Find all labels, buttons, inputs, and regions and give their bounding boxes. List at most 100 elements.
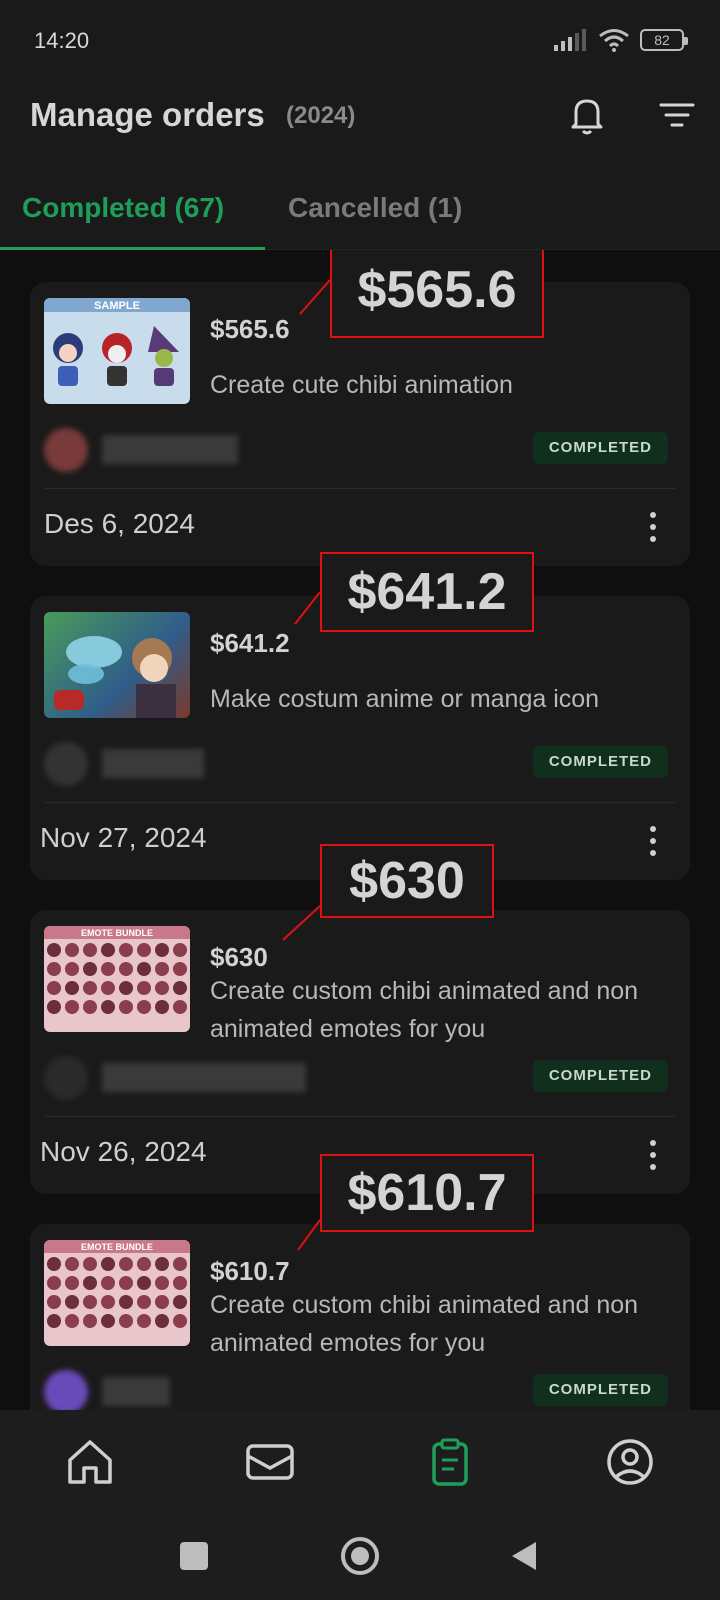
emote-thumbnail-face xyxy=(173,1257,187,1271)
emote-thumbnail-face xyxy=(137,1276,151,1290)
emote-thumbnail-face xyxy=(119,1295,133,1309)
order-thumbnail: EMOTE BUNDLE xyxy=(44,926,190,1032)
emote-thumbnail-face xyxy=(83,1314,97,1328)
more-options-icon[interactable] xyxy=(638,510,668,544)
emote-thumbnail-face xyxy=(47,1257,61,1271)
emote-thumbnail-face xyxy=(65,962,79,976)
emote-thumbnail-face xyxy=(173,1000,187,1014)
more-options-icon[interactable] xyxy=(638,824,668,858)
emote-thumbnail-face xyxy=(47,943,61,957)
price-callout: $565.6 xyxy=(330,250,544,338)
emote-thumbnail-face xyxy=(173,981,187,995)
filter-icon[interactable] xyxy=(652,90,702,140)
emote-thumbnail-face xyxy=(137,962,151,976)
tab-cancelled[interactable]: Cancelled (1) xyxy=(288,192,462,224)
app-header: Manage orders (2024) Completed (67) Canc… xyxy=(0,80,720,251)
emote-thumbnail-face xyxy=(83,1276,97,1290)
emote-thumbnail-face xyxy=(65,1257,79,1271)
seller-name-blurred: ████████ xyxy=(102,436,239,463)
order-thumbnail: SAMPLE xyxy=(44,298,190,404)
tab-completed[interactable]: Completed (67) xyxy=(22,192,224,224)
order-thumbnail xyxy=(44,612,190,718)
price-callout: $610.7 xyxy=(320,1154,534,1232)
bottom-nav xyxy=(0,1410,720,1514)
seller-name-blurred: ██████ xyxy=(102,750,205,777)
emote-thumbnail-face xyxy=(119,1276,133,1290)
emote-thumbnail-face xyxy=(101,1314,115,1328)
emote-thumbnail-face xyxy=(65,943,79,957)
emote-thumbnail-face xyxy=(137,943,151,957)
emote-thumbnail-face xyxy=(119,962,133,976)
recents-button[interactable] xyxy=(172,1534,216,1578)
mail-icon[interactable] xyxy=(240,1432,300,1492)
emote-thumbnail-face xyxy=(101,981,115,995)
year-label: (2024) xyxy=(286,102,356,129)
emote-thumbnail-face xyxy=(155,1276,169,1290)
emote-thumbnail-face xyxy=(119,981,133,995)
status-icons: 82 xyxy=(554,28,688,52)
emote-thumbnail-face xyxy=(47,1276,61,1290)
order-date: Nov 27, 2024 xyxy=(40,822,207,853)
emote-thumbnail-face xyxy=(47,981,61,995)
wifi-icon xyxy=(599,29,629,52)
price-callout: $630 xyxy=(320,844,494,918)
emote-thumbnail-face xyxy=(155,1314,169,1328)
home-button[interactable] xyxy=(338,1534,382,1578)
emote-thumbnail-face xyxy=(83,1257,97,1271)
emote-thumbnail-face xyxy=(47,1295,61,1309)
emote-thumbnail-face xyxy=(65,1295,79,1309)
more-options-icon[interactable] xyxy=(638,1138,668,1172)
emote-thumbnail-face xyxy=(65,1314,79,1328)
emote-thumbnail-face xyxy=(155,1257,169,1271)
status-badge: COMPLETED xyxy=(532,1060,668,1092)
seller-info: ████████ xyxy=(44,428,238,472)
order-card[interactable]: EMOTE BUNDLE $610.7 Create custom chibi … xyxy=(30,1224,690,1410)
emote-thumbnail-face xyxy=(155,1295,169,1309)
emote-thumbnail-face xyxy=(119,1314,133,1328)
status-badge: COMPLETED xyxy=(532,1374,668,1406)
card-divider xyxy=(44,802,676,803)
seller-avatar xyxy=(44,1370,88,1410)
emote-thumbnail-face xyxy=(137,1257,151,1271)
emote-thumbnail-face xyxy=(173,943,187,957)
order-description: Make costum anime or manga icon xyxy=(210,685,600,713)
emote-thumbnail-face xyxy=(173,962,187,976)
emote-thumbnail-face xyxy=(119,1000,133,1014)
order-description: Create custom chibi animated and non ani… xyxy=(210,1291,639,1357)
home-icon[interactable] xyxy=(60,1432,120,1492)
seller-info: ████████████ xyxy=(44,1056,306,1100)
order-price: $630 xyxy=(210,942,268,972)
order-list[interactable]: SAMPLE $565.6 Create cute chibi animatio… xyxy=(0,250,720,1410)
emote-thumbnail-face xyxy=(65,1000,79,1014)
seller-avatar xyxy=(44,1056,88,1100)
notification-bell-icon[interactable] xyxy=(562,90,612,140)
emote-thumbnail-face xyxy=(47,1314,61,1328)
order-description: Create custom chibi animated and non ani… xyxy=(210,977,639,1043)
back-button[interactable] xyxy=(502,1534,546,1578)
emote-thumbnail-face xyxy=(173,1314,187,1328)
card-divider xyxy=(44,488,676,489)
page-title: Manage orders xyxy=(30,96,265,133)
emote-thumbnail-face xyxy=(155,943,169,957)
order-tabs: Completed (67) Cancelled (1) xyxy=(0,180,720,251)
emote-thumbnail-face xyxy=(119,1257,133,1271)
status-badge: COMPLETED xyxy=(532,746,668,778)
profile-icon[interactable] xyxy=(600,1432,660,1492)
emote-thumbnail-face xyxy=(173,1295,187,1309)
price-callout: $641.2 xyxy=(320,552,534,632)
emote-thumbnail-face xyxy=(65,981,79,995)
emote-thumbnail-face xyxy=(101,962,115,976)
emote-thumbnail-face xyxy=(119,943,133,957)
emote-thumbnail-face xyxy=(101,1295,115,1309)
status-time: 14:20 xyxy=(34,28,90,53)
card-divider xyxy=(44,1116,676,1117)
orders-clipboard-icon[interactable] xyxy=(420,1432,480,1492)
seller-info: ██████ xyxy=(44,742,204,786)
seller-avatar xyxy=(44,742,88,786)
seller-name-blurred: ████████████ xyxy=(102,1064,307,1091)
emote-thumbnail-face xyxy=(83,1295,97,1309)
order-card[interactable]: EMOTE BUNDLE $630 Create custom chibi an… xyxy=(30,910,690,1194)
emote-thumbnail-face xyxy=(83,943,97,957)
emote-thumbnail-face xyxy=(101,1276,115,1290)
order-card[interactable]: $641.2 Make costum anime or manga icon █… xyxy=(30,596,690,880)
